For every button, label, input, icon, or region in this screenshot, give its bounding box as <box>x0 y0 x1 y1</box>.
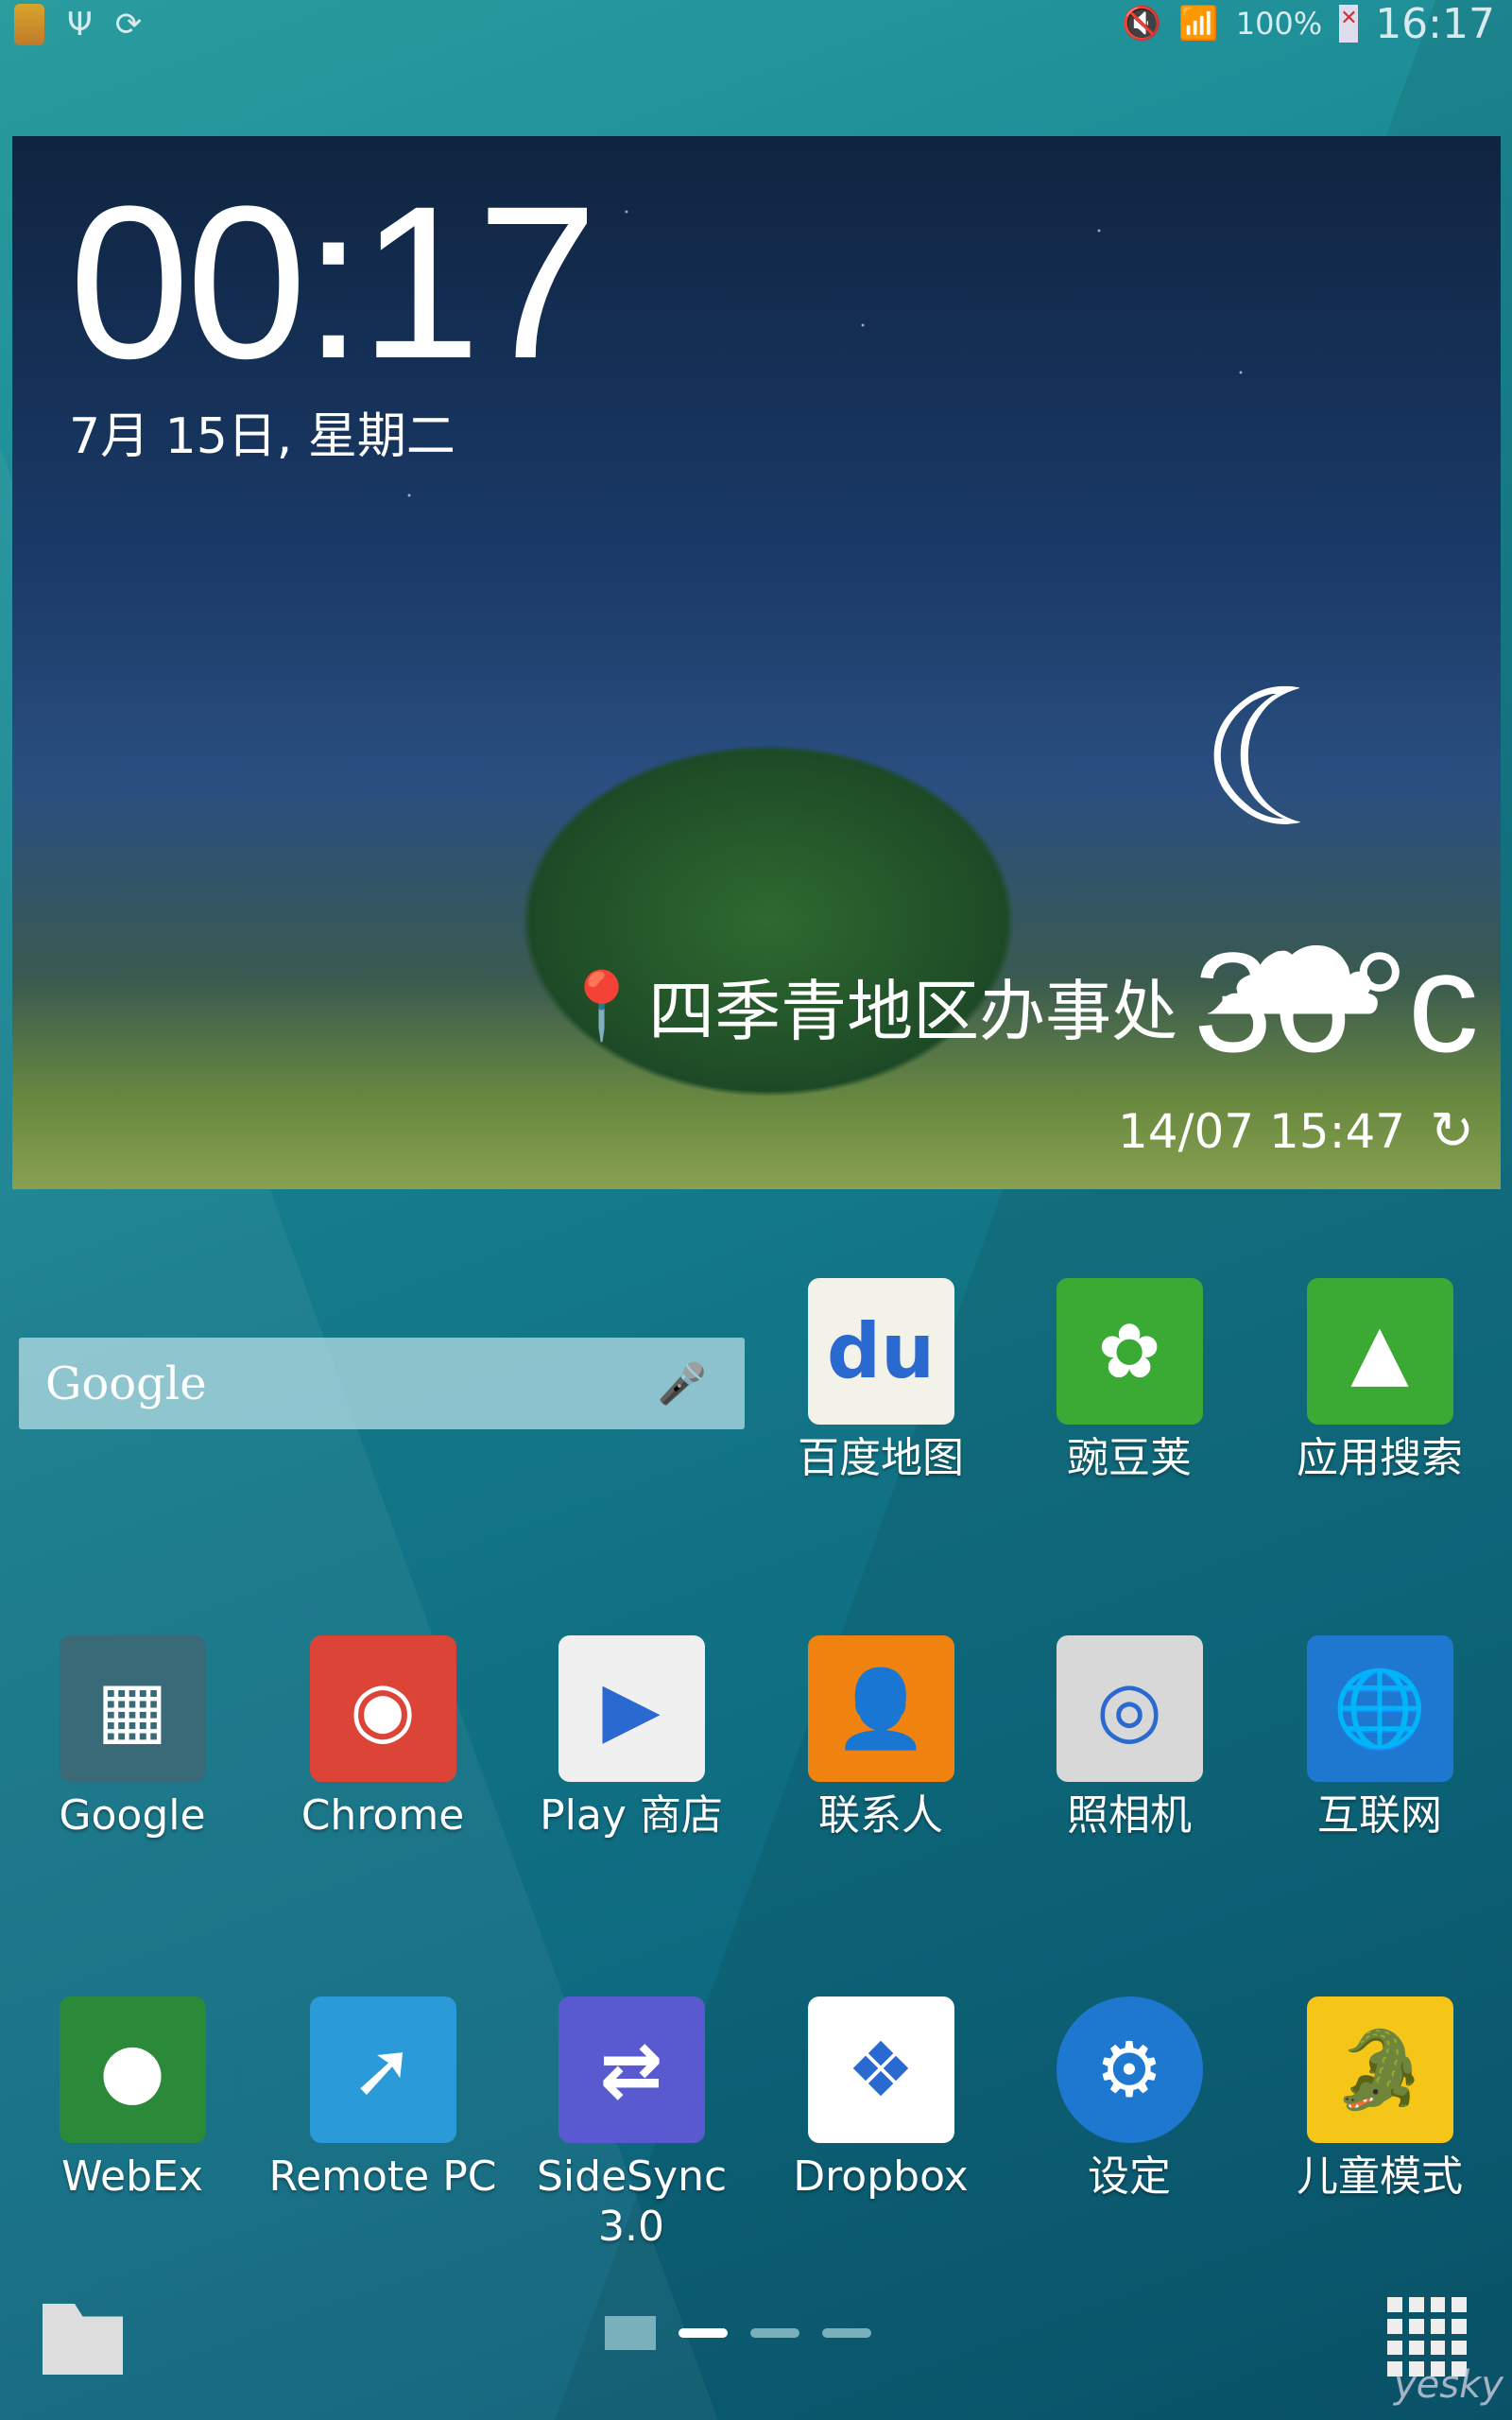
app-icon: ◉ <box>309 1635 456 1782</box>
app-icon: 🐊 <box>1306 1996 1453 2143</box>
screen-rotate-icon: ⟳ <box>114 6 143 43</box>
app-label: SideSync 3.0 <box>537 2152 728 2251</box>
app-5[interactable]: ▶ Play 商店 <box>507 1635 756 1841</box>
app-icon: ⇄ <box>558 1996 705 2143</box>
date: 7月 15日, 星期二 <box>69 408 455 465</box>
wifi-icon: 📶 <box>1178 5 1219 43</box>
app-label: 儿童模式 <box>1297 2152 1463 2201</box>
app-icon: ❖ <box>807 1996 954 2143</box>
app-4[interactable]: ◉ Chrome <box>258 1635 507 1841</box>
battery-percent: 100% <box>1235 6 1323 42</box>
app-8[interactable]: 🌐 互联网 <box>1255 1635 1504 1841</box>
app-label: Chrome <box>301 1791 465 1840</box>
app-2[interactable]: ▲ 应用搜索 <box>1255 1278 1504 1484</box>
page-dot[interactable] <box>822 2328 871 2338</box>
app-12[interactable]: ❖ Dropbox <box>756 1996 1005 2203</box>
app-label: Remote PC <box>268 2152 497 2201</box>
app-label: 互联网 <box>1317 1791 1442 1840</box>
app-label: 照相机 <box>1067 1791 1192 1840</box>
location-pin-icon: 📍 <box>560 967 644 1045</box>
app-icon: 🌐 <box>1306 1635 1453 1782</box>
app-7[interactable]: ◎ 照相机 <box>1005 1635 1254 1841</box>
app-label: Dropbox <box>793 2152 969 2201</box>
app-icon: ⚙ <box>1056 1996 1203 2143</box>
app-9[interactable]: ● WebEx <box>8 1996 257 2203</box>
page-indicator[interactable] <box>605 2316 871 2350</box>
app-label: 百度地图 <box>798 1434 964 1482</box>
page-dot[interactable] <box>750 2328 799 2338</box>
app-icon: 👤 <box>807 1635 954 1782</box>
app-14[interactable]: 🐊 儿童模式 <box>1255 1996 1504 2203</box>
app-3[interactable]: ▦ Google <box>8 1635 257 1841</box>
app-label: 设定 <box>1088 2152 1171 2201</box>
app-icon: ● <box>59 1996 206 2143</box>
app-label: Google <box>59 1791 206 1840</box>
refresh-icon[interactable]: ↻ <box>1430 1100 1474 1162</box>
app-icon: ◎ <box>1056 1635 1203 1782</box>
app-13[interactable]: ⚙ 设定 <box>1005 1996 1254 2203</box>
app-label: 应用搜索 <box>1297 1434 1463 1482</box>
app-label: 豌豆荚 <box>1067 1434 1192 1482</box>
app-11[interactable]: ⇄ SideSync 3.0 <box>507 1996 756 2253</box>
battery-icon <box>1339 5 1359 43</box>
location: 📍 四季青地区办事处 <box>560 959 1177 1054</box>
google-logo: Google <box>45 1357 207 1410</box>
page-dot[interactable] <box>679 2328 728 2338</box>
updated-time: 14/07 15:47 <box>1118 1103 1406 1159</box>
mute-icon: 🔇 <box>1122 5 1162 43</box>
app-1[interactable]: ✿ 豌豆荚 <box>1005 1278 1254 1484</box>
temperature: 36°c <box>1194 923 1479 1081</box>
app-icon: du <box>807 1278 954 1425</box>
clock: 00:17 <box>69 161 598 404</box>
app-icon: ▶ <box>558 1635 705 1782</box>
status-bar: Ψ ⟳ 🔇 📶 100% 16:17 <box>0 0 1512 53</box>
home-page-icon[interactable] <box>605 2316 656 2350</box>
google-search-bar[interactable]: Google 🎤 <box>19 1338 745 1429</box>
app-0[interactable]: du 百度地图 <box>756 1278 1005 1484</box>
usb-icon: Ψ <box>67 6 93 43</box>
app-icon: ▦ <box>59 1635 206 1782</box>
app-10[interactable]: ➚ Remote PC <box>258 1996 507 2203</box>
watermark-logo: yesky <box>1394 2363 1503 2407</box>
app-icon: ✿ <box>1056 1278 1203 1425</box>
app-icon: ➚ <box>309 1996 456 2143</box>
mic-icon[interactable]: 🎤 <box>658 1360 707 1408</box>
app-icon: ▲ <box>1306 1278 1453 1425</box>
app-6[interactable]: 👤 联系人 <box>756 1635 1005 1841</box>
clock-weather-widget[interactable]: 00:17 7月 15日, 星期二 ☾☁ 📍 四季青地区办事处 36°c 14/0… <box>12 136 1501 1189</box>
app-label: 联系人 <box>818 1791 943 1840</box>
status-time: 16:17 <box>1375 0 1495 48</box>
app-label: WebEx <box>61 2152 203 2201</box>
app-label: Play 商店 <box>540 1791 723 1840</box>
notification-app-icon <box>14 4 44 45</box>
location-name: 四季青地区办事处 <box>648 973 1178 1050</box>
